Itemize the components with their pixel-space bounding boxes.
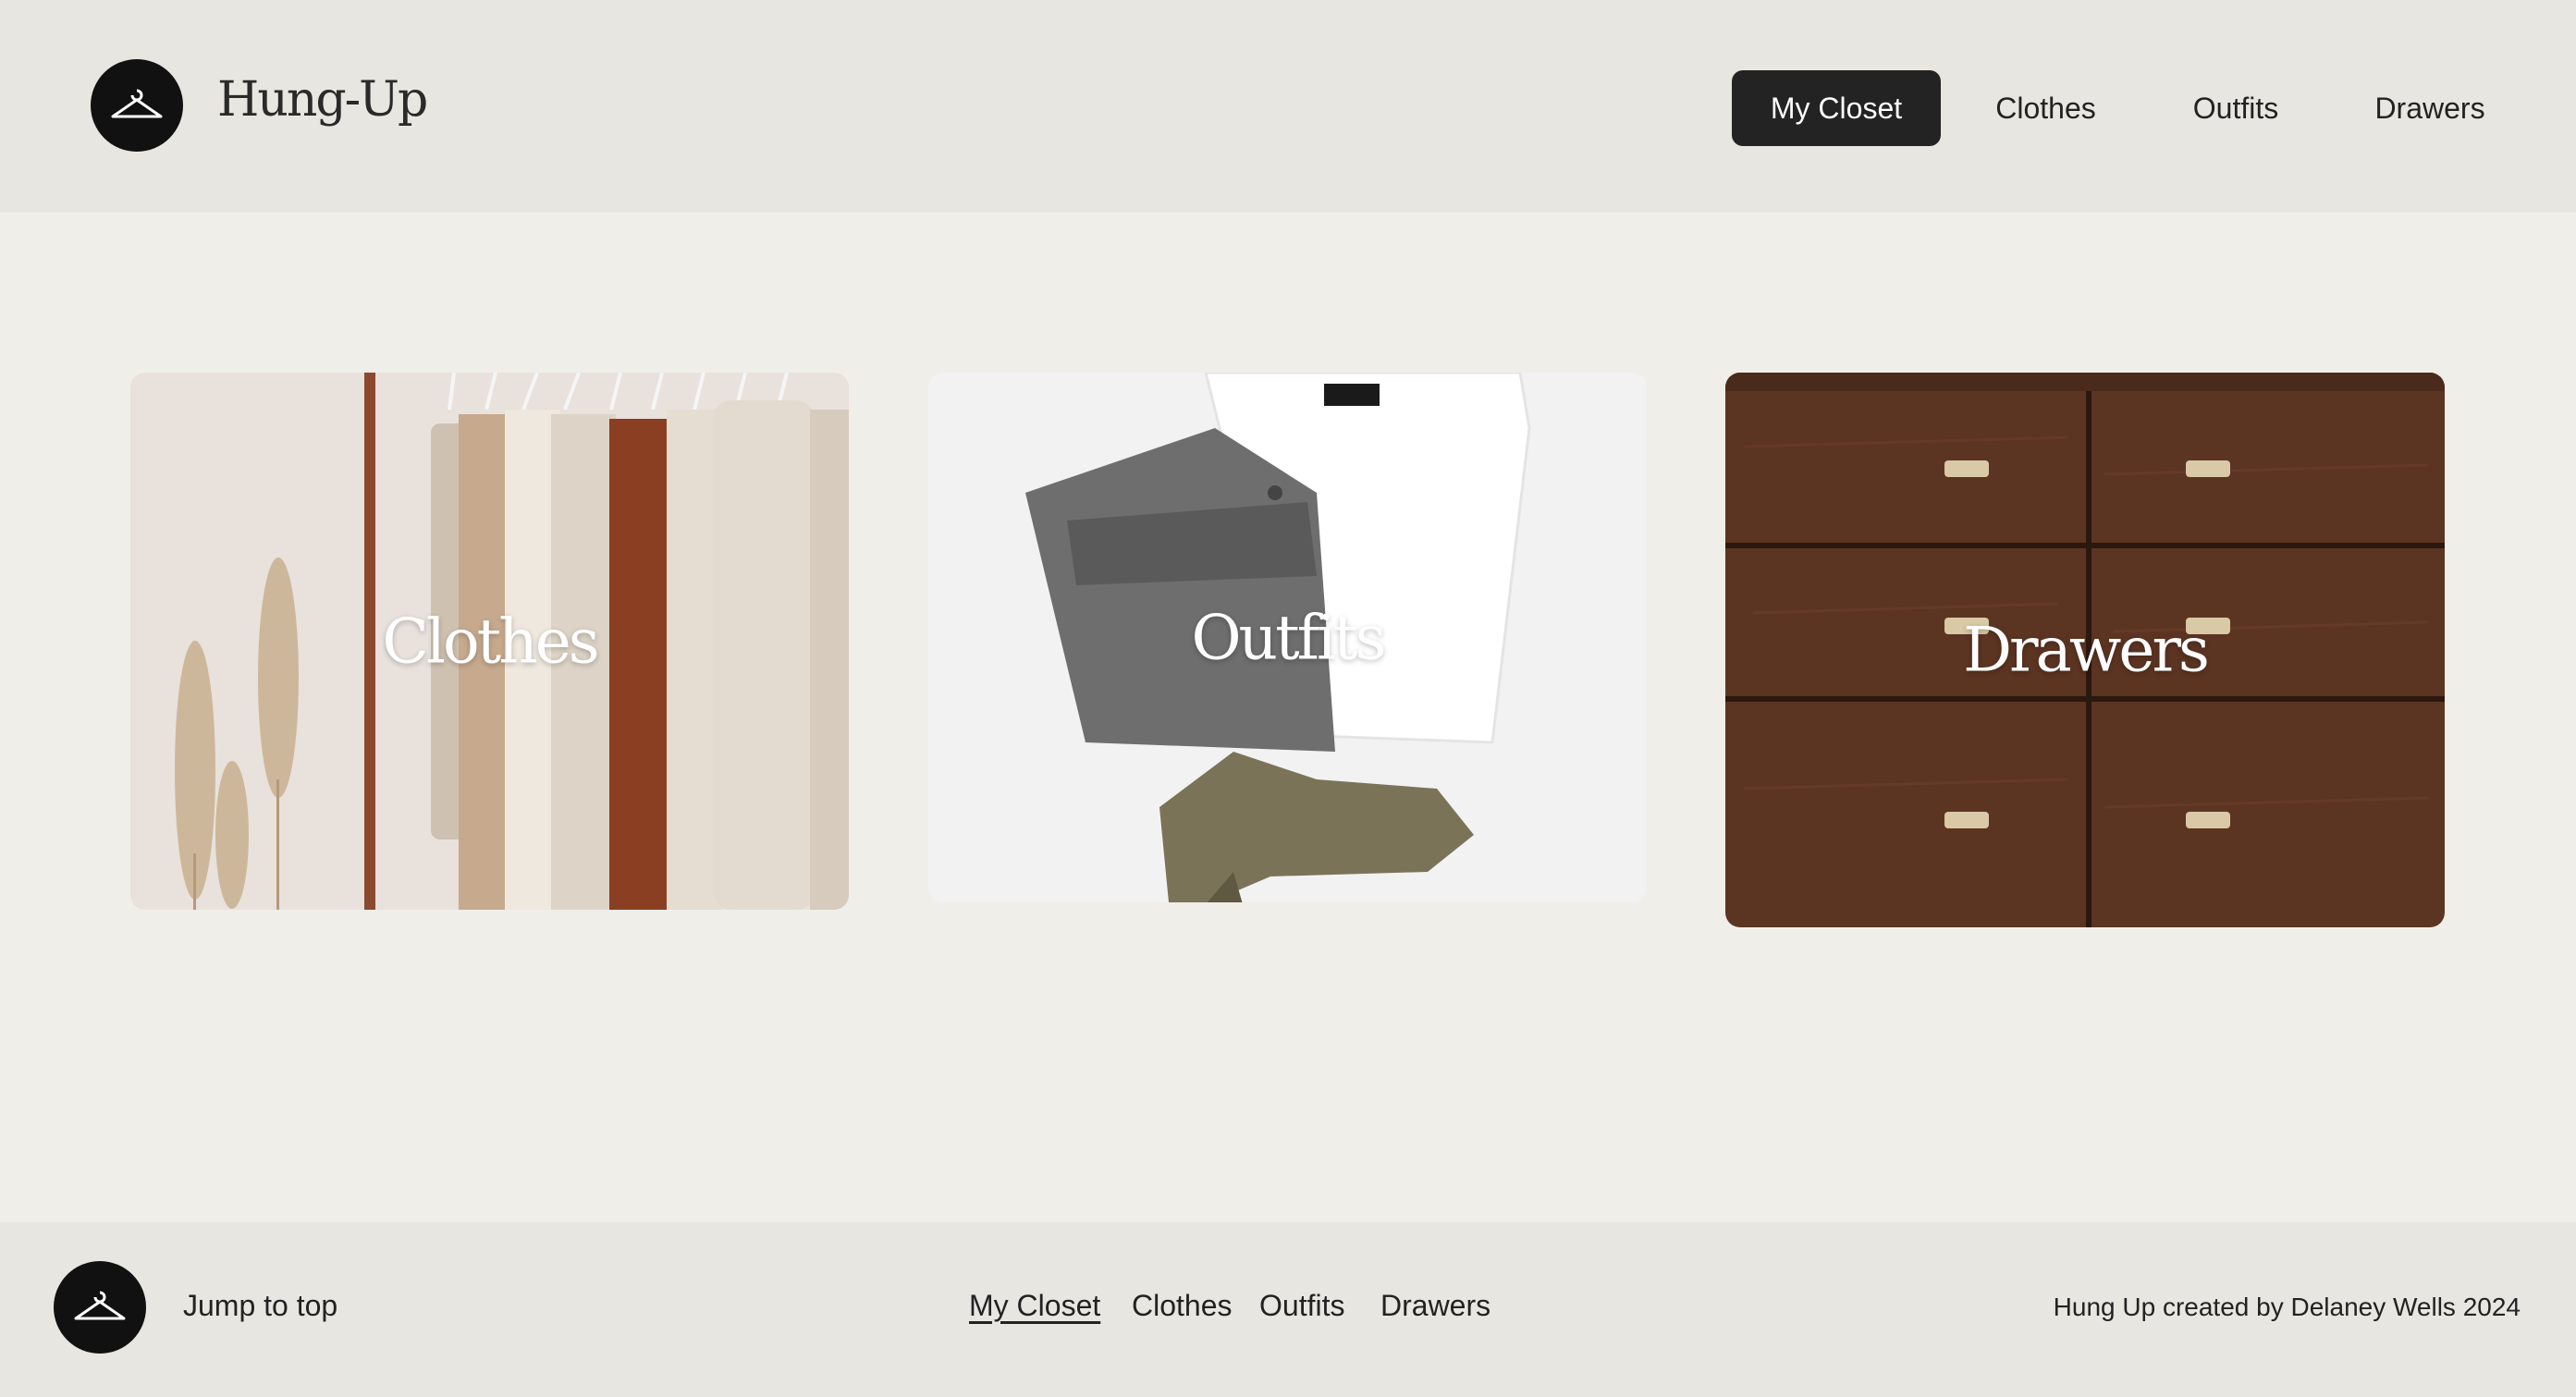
- nav-clothes[interactable]: Clothes: [1979, 70, 2113, 146]
- card-label: Drawers: [1963, 614, 2210, 686]
- card-label: Outfits: [1191, 602, 1386, 673]
- footer-logo-button[interactable]: [54, 1261, 146, 1354]
- hanger-icon: [74, 1291, 126, 1320]
- footer-link-drawers[interactable]: Drawers: [1380, 1289, 1490, 1323]
- footer-credit: Hung Up created by Delaney Wells 2024: [2053, 1293, 2521, 1321]
- jump-to-top-link[interactable]: Jump to top: [183, 1289, 337, 1323]
- card-clothes[interactable]: Clothes: [130, 373, 849, 910]
- card-drawers[interactable]: Drawers: [1725, 373, 2445, 927]
- card-label: Clothes: [382, 606, 599, 677]
- hanger-icon: [111, 89, 163, 118]
- brand-name[interactable]: Hung-Up: [217, 72, 428, 128]
- footer-link-clothes[interactable]: Clothes: [1132, 1289, 1233, 1323]
- nav-my-closet[interactable]: My Closet: [1732, 70, 1941, 146]
- nav-drawers[interactable]: Drawers: [2363, 70, 2496, 146]
- site-footer: Jump to top My Closet Clothes Outfits Dr…: [0, 1222, 2576, 1397]
- logo-button[interactable]: [91, 59, 183, 152]
- nav-outfits[interactable]: Outfits: [2171, 70, 2300, 146]
- footer-link-my-closet[interactable]: My Closet: [969, 1289, 1100, 1323]
- site-header: Hung-Up My Closet Clothes Outfits Drawer…: [0, 0, 2576, 213]
- card-outfits[interactable]: Outfits: [928, 373, 1647, 902]
- footer-link-outfits[interactable]: Outfits: [1259, 1289, 1344, 1323]
